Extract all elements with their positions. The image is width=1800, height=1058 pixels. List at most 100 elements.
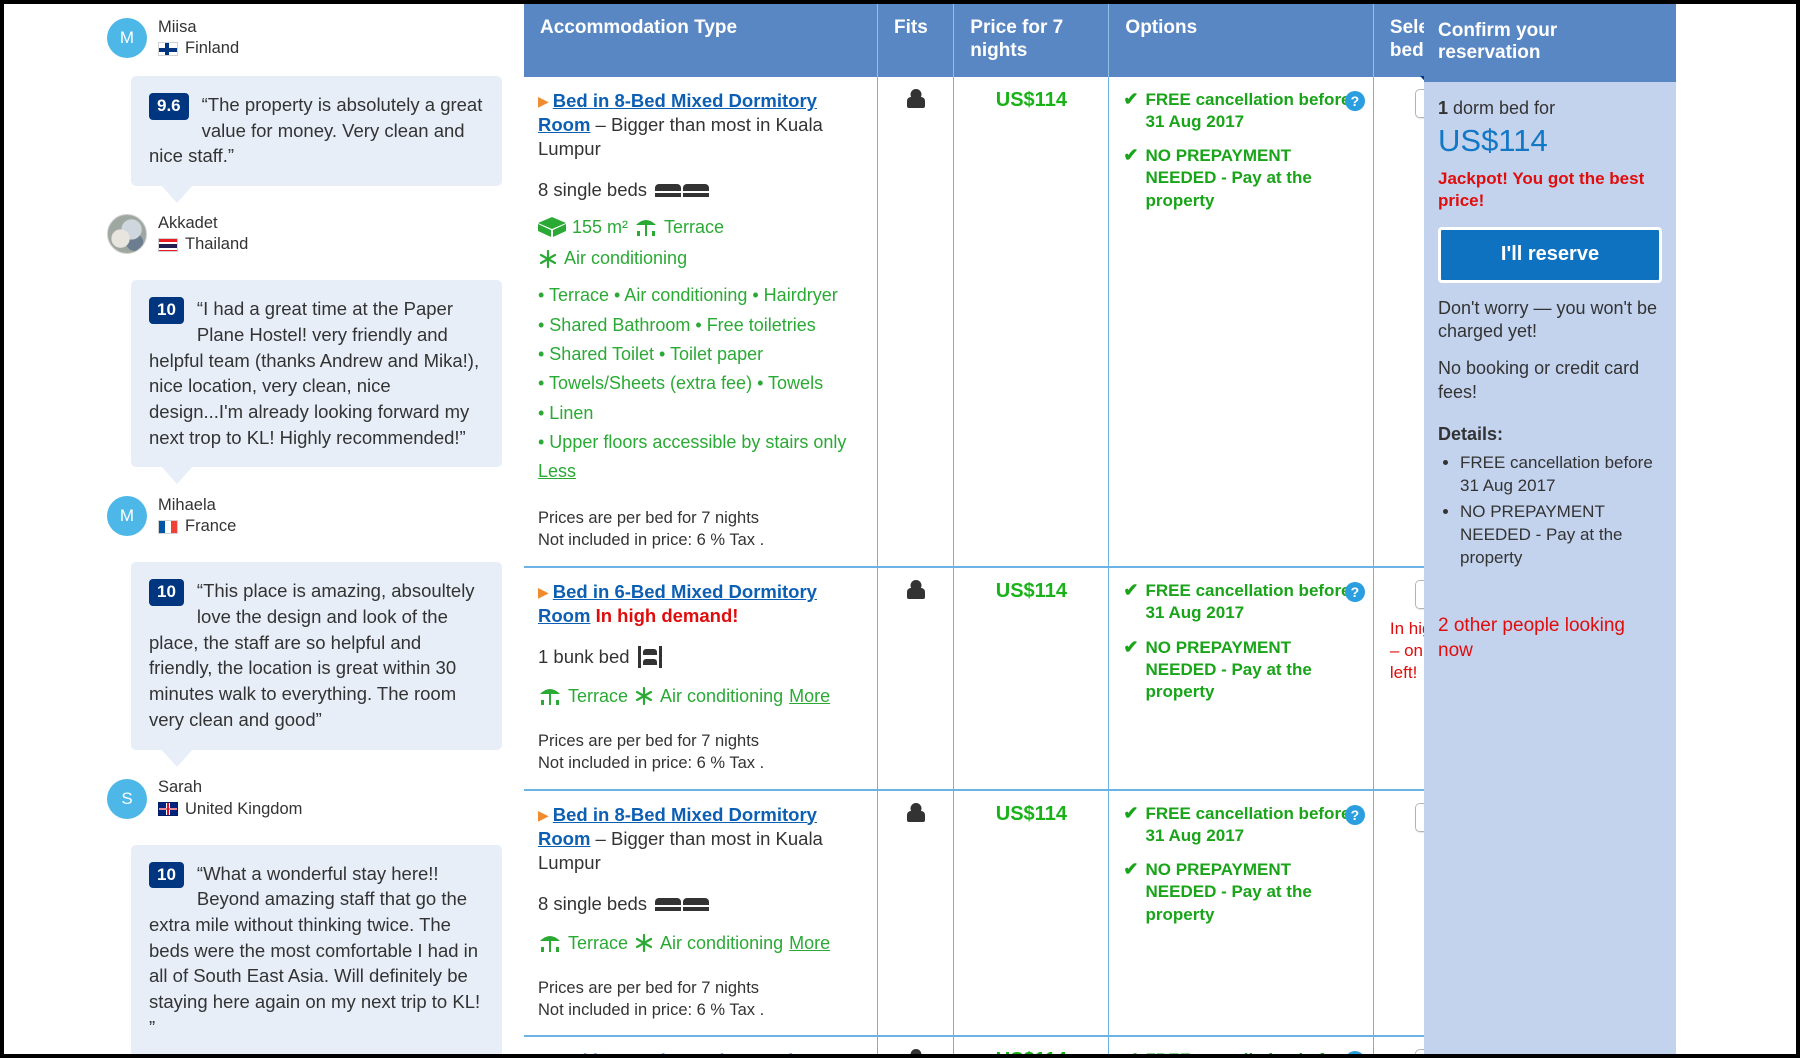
reservation-unit-label: dorm bed for xyxy=(1448,98,1556,118)
options-cell: ✔ FREE cancellation before 31 Aug 2017 ✔ N… xyxy=(1108,788,1374,1037)
option-label: FREE cancellation before 31 Aug 2017 xyxy=(1145,803,1351,845)
review-author: M Miisa Finland xyxy=(4,12,524,64)
details-list: FREE cancellation before 31 Aug 2017 NO … xyxy=(1438,452,1662,569)
review-author: Akkadet Thailand xyxy=(4,208,524,260)
review-score: 10 xyxy=(149,579,184,607)
check-icon: ✔ xyxy=(1123,1050,1138,1054)
amenity-line: • Towels/Sheets (extra fee) • Towels xyxy=(538,373,824,394)
avatar: M xyxy=(107,496,147,537)
snowflake-icon xyxy=(634,686,654,706)
snowflake-icon xyxy=(538,249,558,269)
review-text: “What a wonderful stay here!! Beyond ama… xyxy=(149,862,481,1038)
air-conditioning-label: Air conditioning xyxy=(660,685,784,706)
options-cell: ✔FREE cancellation before 31 Aug ? xyxy=(1108,1035,1374,1054)
room-title: ▶Bed in 6-Bed Female Dormitory Room xyxy=(538,1049,863,1054)
country-label: United Kingdom xyxy=(185,799,303,818)
room-size-label: 155 m² xyxy=(572,216,629,237)
price-note-line-2: Not included in price: 6 % Tax . xyxy=(538,1000,765,1019)
reservation-quantity: 1 xyxy=(1438,98,1449,118)
rooms-table: Accommodation Type Fits Price for 7 nigh… xyxy=(524,4,1525,1054)
air-conditioning-label: Air conditioning xyxy=(564,248,688,268)
review-score: 9.6 xyxy=(149,93,189,120)
single-bed-icon xyxy=(655,896,710,912)
reviewer-name: Mihaela xyxy=(158,496,216,515)
no-fees-note: No booking or credit card fees! xyxy=(1438,358,1640,402)
person-icon xyxy=(906,580,925,602)
review-score: 10 xyxy=(149,861,184,889)
person-icon xyxy=(906,89,925,111)
room-size-icon xyxy=(538,217,566,238)
terrace-label: Terrace xyxy=(664,216,725,237)
person-icon xyxy=(906,803,925,825)
bunk-bed-icon xyxy=(637,645,662,668)
reservation-total-price: US$114 xyxy=(1438,123,1548,158)
person-icon xyxy=(907,1049,925,1054)
option-label: NO PREPAYMENT NEEDED - Pay at the proper… xyxy=(1145,860,1312,924)
amenity-line: • Upper floors accessible by stairs only xyxy=(538,431,847,452)
table-header-row: Accommodation Type Fits Price for 7 nigh… xyxy=(524,4,1525,91)
reserve-button[interactable]: I'll reserve xyxy=(1438,226,1662,283)
flag-icon-united-kingdom xyxy=(158,802,178,817)
check-icon: ✔ xyxy=(1123,859,1139,880)
flag-icon-finland xyxy=(158,41,178,56)
single-bed-icon xyxy=(655,182,710,198)
option-free-cancellation: ✔ FREE cancellation before 31 Aug 2017 xyxy=(1123,89,1358,134)
air-conditioning-feature: Air conditioning xyxy=(538,246,863,271)
price-cell: US$114 xyxy=(953,76,1110,568)
bed-configuration: 8 single beds xyxy=(538,893,863,915)
expand-caret-icon[interactable]: ▶ xyxy=(538,1053,549,1054)
reviewer-country: United Kingdom xyxy=(158,799,302,820)
fits-cell xyxy=(877,1035,955,1054)
more-toggle-link[interactable]: More xyxy=(789,931,830,956)
price-note-line-1: Prices are per bed for 7 nights xyxy=(538,509,760,528)
flag-icon-thailand xyxy=(158,237,178,252)
price-amount: US$114 xyxy=(995,802,1067,825)
terrace-icon xyxy=(538,933,562,953)
high-demand-badge: In high demand! xyxy=(595,605,739,627)
expand-caret-icon[interactable]: ▶ xyxy=(538,93,549,109)
detail-item: NO PREPAYMENT NEEDED - Pay at the proper… xyxy=(1460,501,1662,569)
confirm-reservation-panel: Confirm your reservation 1 dorm bed for … xyxy=(1424,4,1676,1054)
less-toggle-link[interactable]: Less xyxy=(538,461,576,481)
room-cell: ▶Bed in 6-Bed Female Dormitory Room xyxy=(524,1035,878,1054)
terrace-icon xyxy=(634,217,658,237)
room-title: ▶ Bed in 8-Bed Mixed Dormitory Room – Big… xyxy=(538,803,863,876)
confirm-panel-header: Confirm your reservation xyxy=(1424,4,1676,82)
bed-configuration: 1 bunk bed xyxy=(538,645,863,668)
bed-count-label: 8 single beds xyxy=(538,178,648,200)
amenity-line: • Linen xyxy=(538,402,594,423)
bed-configuration: 8 single beds xyxy=(538,179,863,201)
table-row: ▶ Bed in 6-Bed Mixed Dormitory Room In hi… xyxy=(524,566,1525,790)
option-label: FREE cancellation before 31 Aug 2017 xyxy=(1145,89,1351,131)
review-author: S Sarah United Kingdom xyxy=(4,773,524,825)
detail-item: FREE cancellation before 31 Aug 2017 xyxy=(1460,452,1662,497)
room-features: Terrace Air conditioning More xyxy=(538,931,863,956)
room-type-link[interactable]: Bed in 6-Bed Female Dormitory Room xyxy=(538,1050,829,1054)
flag-icon-france xyxy=(158,519,178,534)
room-cell: ▶ Bed in 8-Bed Mixed Dormitory Room – Big… xyxy=(524,76,878,568)
price-amount: US$114 xyxy=(995,88,1067,111)
price-note-line-1: Prices are per bed for 7 nights xyxy=(538,978,760,997)
check-icon: ✔ xyxy=(1123,580,1139,601)
table-row: ▶ Bed in 8-Bed Mixed Dormitory Room – Big… xyxy=(524,788,1525,1037)
amenity-line: • Shared Toilet • Toilet paper xyxy=(538,343,764,364)
price-amount: US$114 xyxy=(996,1049,1067,1054)
table-row: ▶ Bed in 8-Bed Mixed Dormitory Room – Big… xyxy=(524,76,1525,568)
option-label: FREE cancellation before 31 Aug xyxy=(1146,1049,1359,1054)
room-cell: ▶ Bed in 6-Bed Mixed Dormitory Room In hi… xyxy=(524,566,878,790)
price-cell: US$114 xyxy=(953,1035,1110,1054)
check-icon: ✔ xyxy=(1123,802,1139,823)
bed-count-label: 1 bunk bed xyxy=(538,645,630,667)
reviewer-name: Miisa xyxy=(158,17,197,36)
more-toggle-link[interactable]: More xyxy=(789,684,830,709)
option-label: NO PREPAYMENT NEEDED - Pay at the proper… xyxy=(1145,146,1312,210)
help-icon[interactable]: ? xyxy=(1344,582,1365,603)
terrace-label: Terrace xyxy=(568,685,629,706)
help-icon[interactable]: ? xyxy=(1344,804,1365,825)
room-features: Terrace Air conditioning More xyxy=(538,684,863,709)
expand-caret-icon[interactable]: ▶ xyxy=(538,807,549,823)
help-icon[interactable]: ? xyxy=(1344,90,1365,111)
fits-cell xyxy=(877,788,955,1037)
expand-caret-icon[interactable]: ▶ xyxy=(538,584,549,600)
reviewer-country: Finland xyxy=(158,38,239,59)
